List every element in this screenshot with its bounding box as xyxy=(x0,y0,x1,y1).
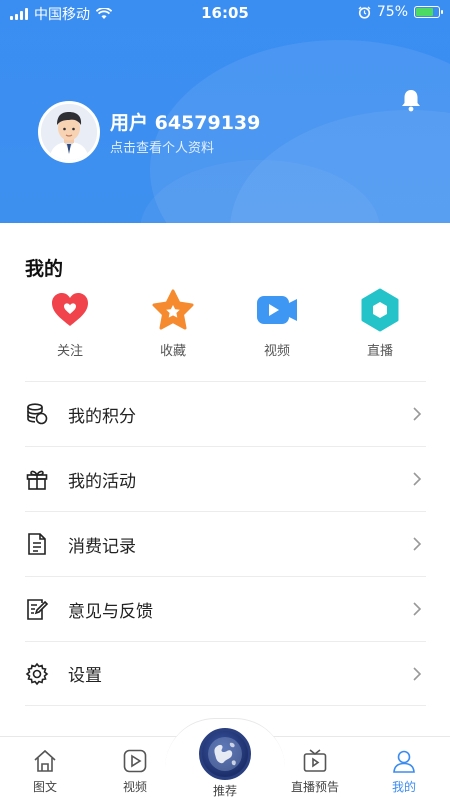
chevron-right-icon xyxy=(413,602,422,616)
globe-icon xyxy=(208,737,242,771)
hexagon-icon xyxy=(361,288,399,332)
tab-recommend[interactable] xyxy=(199,728,251,780)
chevron-right-icon xyxy=(413,407,422,421)
username[interactable]: 用户 64579139 xyxy=(110,108,260,135)
gear-icon xyxy=(25,662,49,685)
play-icon xyxy=(123,749,147,773)
battery-icon xyxy=(414,6,443,18)
gift-icon xyxy=(26,470,48,490)
tab-articles[interactable]: 图文 xyxy=(10,748,80,795)
tv-icon xyxy=(303,749,327,772)
chevron-right-icon xyxy=(413,537,422,551)
quick-actions: 关注 收藏 视频 直播 xyxy=(0,288,450,368)
feedback-icon xyxy=(27,599,49,620)
quick-live[interactable]: 直播 xyxy=(335,288,425,359)
home-icon xyxy=(34,749,56,772)
tab-live-preview[interactable]: 直播预告 xyxy=(280,748,350,795)
tab-mine[interactable]: 我的 xyxy=(369,748,439,795)
avatar[interactable] xyxy=(38,101,100,163)
battery-percent: 75% xyxy=(376,4,408,20)
star-icon xyxy=(152,289,194,330)
menu-item-points[interactable]: 我的积分 xyxy=(25,381,426,446)
menu-label: 意见与反馈 xyxy=(68,601,153,622)
menu-label: 我的活动 xyxy=(68,471,136,492)
user-avatar-icon xyxy=(41,104,97,160)
tab-label: 我的 xyxy=(391,780,416,794)
quick-follow[interactable]: 关注 xyxy=(25,288,115,359)
user-icon xyxy=(393,750,415,773)
tab-label: 直播预告 xyxy=(290,780,339,794)
quick-label: 关注 xyxy=(56,344,83,359)
menu-item-feedback[interactable]: 意见与反馈 xyxy=(25,576,426,641)
menu-label: 消费记录 xyxy=(68,536,136,557)
quick-label: 视频 xyxy=(263,344,290,359)
menu-label: 我的积分 xyxy=(68,406,136,427)
quick-label: 直播 xyxy=(366,344,393,359)
menu-label: 设置 xyxy=(68,666,102,686)
heart-icon xyxy=(52,293,88,326)
view-profile-link[interactable]: 点击查看个人资料 xyxy=(110,137,214,156)
tab-label: 推荐 xyxy=(212,784,237,798)
bell-icon[interactable] xyxy=(400,88,422,112)
tab-label: 图文 xyxy=(32,780,57,794)
quick-favorites[interactable]: 收藏 xyxy=(128,288,218,359)
quick-label: 收藏 xyxy=(159,344,186,359)
menu-item-purchase-history[interactable]: 消费记录 xyxy=(25,511,426,576)
quick-video[interactable]: 视频 xyxy=(232,288,322,359)
section-title: 我的 xyxy=(25,258,64,280)
chevron-right-icon xyxy=(413,667,422,681)
coins-icon xyxy=(27,403,48,425)
tab-video[interactable]: 视频 xyxy=(100,748,170,795)
video-camera-icon xyxy=(257,296,297,324)
document-icon xyxy=(28,533,46,555)
profile-header: 中国移动 16:05 75% 用户 64579139 点击查看个人资料 xyxy=(0,0,450,223)
chevron-right-icon xyxy=(413,472,422,486)
menu-item-activities[interactable]: 我的活动 xyxy=(25,446,426,511)
alarm-icon xyxy=(358,6,371,19)
tab-label: 视频 xyxy=(122,780,147,794)
menu-list: 我的积分 我的活动 消费记录 意见与反馈 设置 xyxy=(25,381,426,706)
status-bar: 中国移动 16:05 75% xyxy=(0,0,450,24)
menu-item-settings[interactable]: 设置 xyxy=(25,641,426,706)
